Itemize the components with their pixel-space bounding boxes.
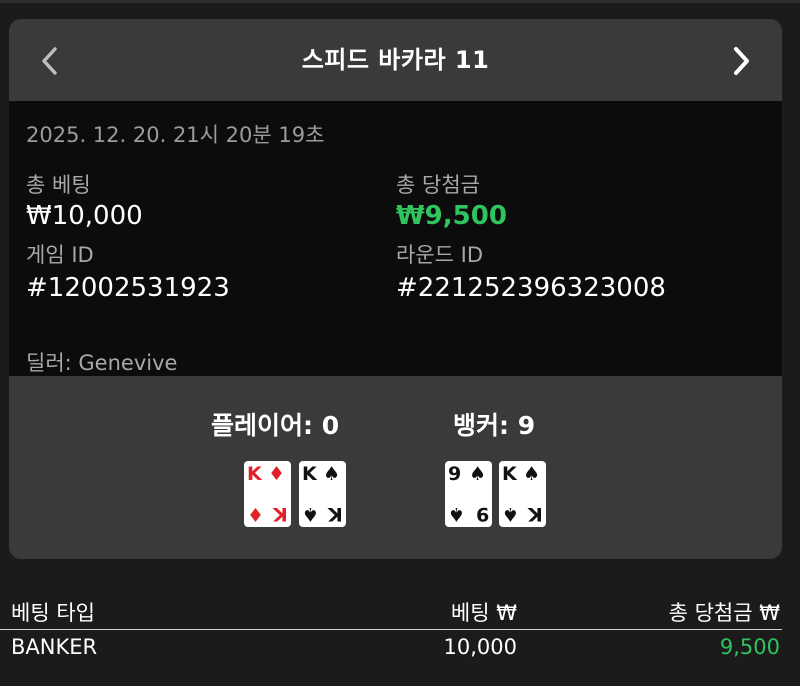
total-bet-value: ₩10,000: [26, 201, 143, 231]
dealer-name: 딜러: Genevive: [26, 351, 178, 375]
card-rank: 9: [475, 503, 489, 525]
card-suit: ♠: [323, 463, 341, 485]
card-rank: K: [302, 463, 317, 485]
round-id-label: 라운드 ID: [396, 243, 483, 267]
game-title: 스피드 바카라 11: [301, 46, 490, 74]
card-suit: ♠: [448, 503, 466, 525]
card-suit: ♦: [247, 503, 265, 525]
card-rank: K: [328, 503, 343, 525]
round-result: 플레이어: 0 뱅커: 9 K ♦ ♦ K K ♠ ♠ K 9 ♠ ♠ 9 K …: [9, 376, 782, 559]
card-suit: ♠: [523, 463, 541, 485]
next-button[interactable]: [722, 41, 762, 81]
panel-header: 스피드 바카라 11: [9, 19, 782, 101]
player-card-1: K ♦ ♦ K: [244, 461, 291, 527]
card-rank: K: [502, 463, 517, 485]
round-info: 2025. 12. 20. 21시 20분 19초 총 베팅 ₩10,000 총…: [9, 101, 782, 376]
card-rank: 9: [448, 463, 462, 485]
top-divider: [0, 0, 800, 3]
round-id-value: #221252396323008: [396, 273, 666, 303]
card-suit: ♦: [268, 463, 286, 485]
game-id-label: 게임 ID: [26, 243, 94, 267]
game-id-value: #12002531923: [26, 273, 230, 303]
table-divider: [0, 629, 782, 630]
banker-score: 뱅커: 9: [453, 411, 536, 440]
card-suit: ♠: [469, 463, 487, 485]
banker-card-1: 9 ♠ ♠ 9: [445, 461, 492, 527]
table-row-bet-type: BANKER: [11, 635, 98, 659]
card-suit: ♠: [302, 503, 320, 525]
player-score: 플레이어: 0: [211, 411, 340, 440]
card-rank: K: [273, 503, 288, 525]
card-rank: K: [247, 463, 262, 485]
column-header-total-win: 총 당첨금 ₩: [668, 601, 780, 625]
card-rank: K: [528, 503, 543, 525]
table-row-total-win: 9,500: [719, 635, 780, 659]
card-suit: ♠: [502, 503, 520, 525]
game-history-panel: 스피드 바카라 11 2025. 12. 20. 21시 20분 19초 총 베…: [9, 19, 782, 559]
banker-card-2: K ♠ ♠ K: [499, 461, 546, 527]
column-header-bet: 베팅 ₩: [450, 601, 517, 625]
column-header-bet-type: 베팅 타입: [11, 601, 95, 625]
total-win-label: 총 당첨금: [396, 173, 480, 197]
bet-table: 베팅 타입 베팅 ₩ 총 당첨금 ₩ BANKER 10,000 9,500: [0, 585, 800, 686]
total-win-value: ₩9,500: [396, 201, 507, 231]
player-card-2: K ♠ ♠ K: [299, 461, 346, 527]
table-row-bet: 10,000: [443, 635, 517, 659]
round-date: 2025. 12. 20. 21시 20분 19초: [26, 123, 325, 147]
total-bet-label: 총 베팅: [26, 173, 91, 197]
chevron-right-icon: [734, 47, 749, 75]
